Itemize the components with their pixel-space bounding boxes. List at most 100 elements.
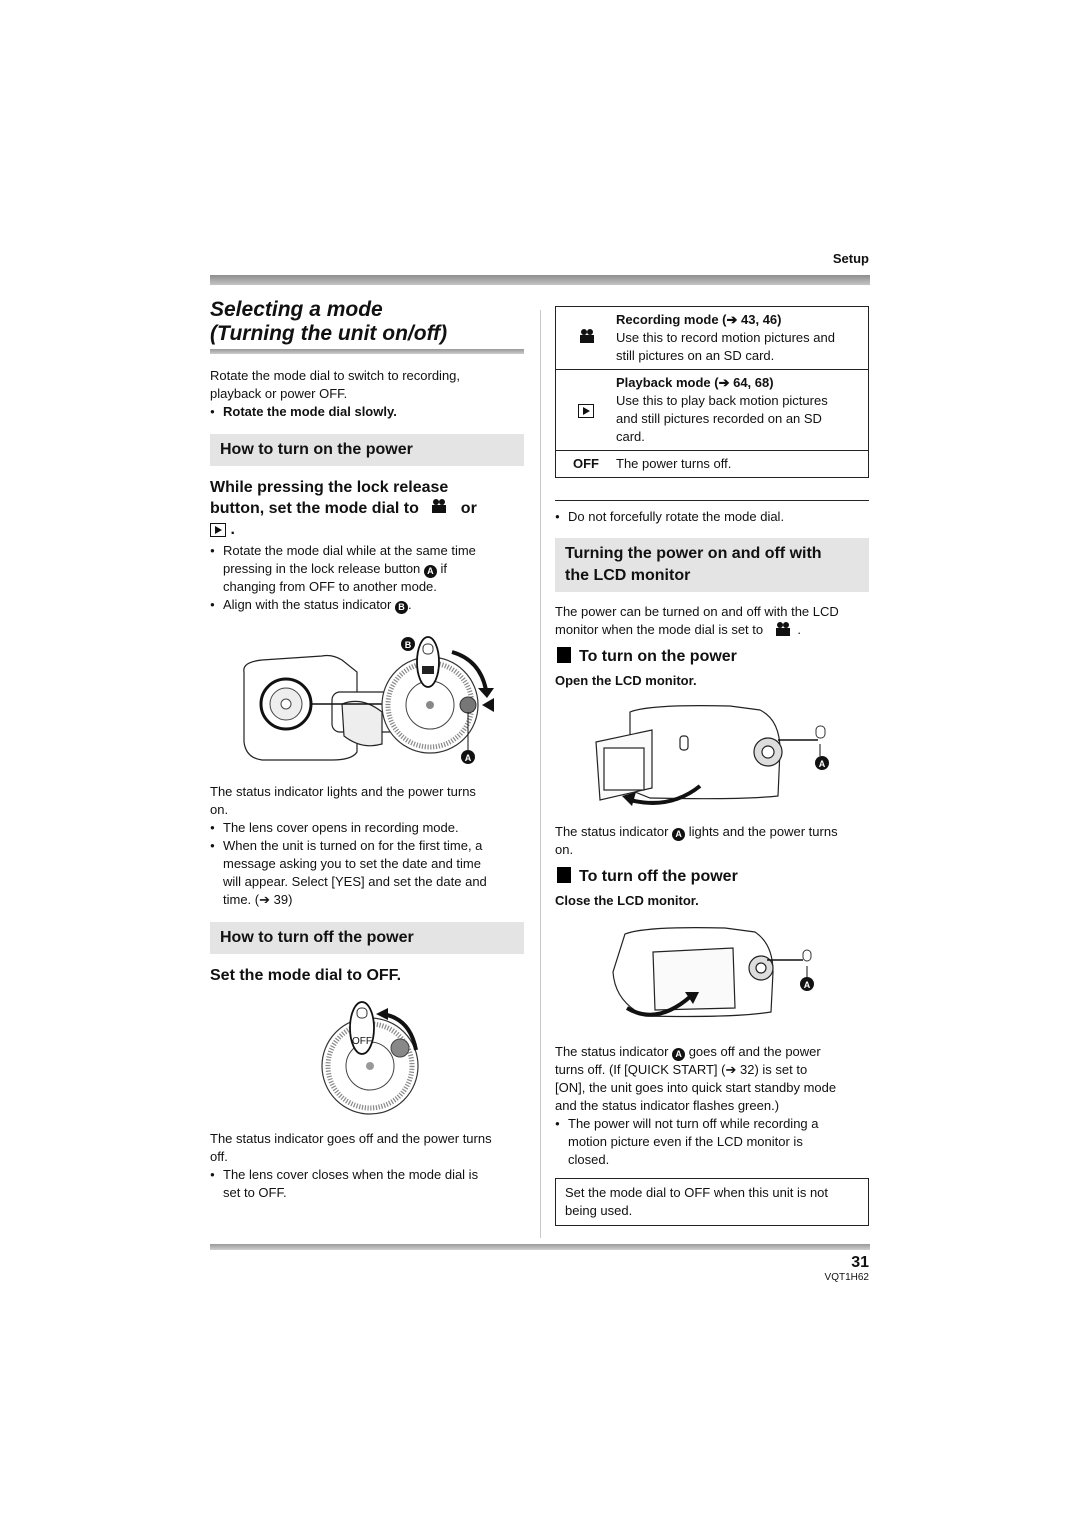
lcd-heading: Turning the power on and off with the LC… bbox=[555, 538, 869, 592]
intro-text: Rotate the mode dial to switch to record… bbox=[210, 367, 530, 421]
turn-on-step: While pressing the lock release button, … bbox=[210, 477, 530, 540]
callout-b-icon: B bbox=[395, 601, 408, 614]
off-dial-label: OFF bbox=[352, 1036, 372, 1047]
play-icon bbox=[210, 522, 226, 537]
recording-mode-icon-cell bbox=[556, 307, 617, 370]
bullet-line: time. (➔ 39) bbox=[223, 892, 293, 907]
playback-mode-icon-cell bbox=[555, 369, 616, 451]
square-bullet-icon bbox=[557, 867, 571, 883]
camera-icon bbox=[431, 499, 447, 513]
header-rule bbox=[210, 275, 870, 285]
off-mode-label: OFF bbox=[555, 450, 616, 478]
playback-mode-title: Playback mode (➔ 64, 68) bbox=[616, 375, 774, 390]
result-line: on. bbox=[210, 802, 229, 817]
result-line: turns off. (If [QUICK START] (➔ 32) is s… bbox=[555, 1062, 808, 1077]
row-line: Use this to record motion pictures and bbox=[616, 330, 835, 345]
lcd-off-heading: To turn off the power bbox=[557, 867, 738, 886]
title-line-2: (Turning the unit on/off) bbox=[210, 322, 448, 345]
bullet-end: . bbox=[408, 597, 412, 612]
result-line: and the status indicator flashes green.) bbox=[555, 1098, 780, 1113]
page-number: 31 bbox=[851, 1254, 869, 1271]
bullet-line: if bbox=[440, 561, 448, 576]
heading-text: To turn off the power bbox=[579, 868, 738, 885]
lcd-on-step: Open the LCD monitor. bbox=[555, 673, 697, 688]
note-line: being used. bbox=[565, 1203, 633, 1218]
status-indicator-off-icon bbox=[802, 949, 812, 962]
intro-line: monitor when the mode dial is set to bbox=[555, 622, 764, 637]
bullet-item: The lens cover closes when the mode dial… bbox=[210, 1166, 530, 1202]
lcd-close-illustration: A bbox=[612, 927, 814, 1018]
bullet-item: Rotate the mode dial while at the same t… bbox=[210, 542, 530, 596]
result-line: The status indicator lights and the powe… bbox=[210, 784, 476, 799]
step-line: While pressing the lock release bbox=[210, 479, 449, 496]
press-arrow bbox=[482, 698, 494, 712]
row-line: card. bbox=[616, 429, 645, 444]
bullet-line: motion picture even if the LCD monitor i… bbox=[568, 1134, 803, 1149]
lcd-off-result: The status indicator A goes off and the … bbox=[555, 1043, 875, 1169]
result-line: goes off and the power bbox=[688, 1044, 821, 1059]
table-row: OFF The power turns off. bbox=[555, 450, 869, 478]
bullet-line: set to OFF. bbox=[223, 1185, 287, 1200]
result-line: The status indicator bbox=[555, 1044, 669, 1059]
callout-a-label: A bbox=[465, 753, 472, 763]
intro-line: The power can be turned on and off with … bbox=[555, 604, 839, 619]
row-line: still pictures on an SD card. bbox=[616, 348, 775, 363]
bullet-line: changing from OFF to another mode. bbox=[223, 579, 437, 594]
bullet-line: closed. bbox=[568, 1152, 610, 1167]
bullet-item: The lens cover opens in recording mode. bbox=[210, 819, 530, 837]
result-line: lights and the power turns bbox=[688, 824, 838, 839]
result-line: The status indicator bbox=[555, 824, 669, 839]
bullet-line: pressing in the lock release button bbox=[223, 561, 421, 576]
step-line: button, set the mode dial to bbox=[210, 500, 419, 517]
play-icon bbox=[578, 403, 594, 418]
result-line: [ON], the unit goes into quick start sta… bbox=[555, 1080, 837, 1095]
recording-mode-desc: Recording mode (➔ 43, 46) Use this to re… bbox=[616, 307, 869, 370]
title-line-1: Selecting a mode bbox=[210, 298, 383, 321]
note-line: Set the mode dial to OFF when this unit … bbox=[565, 1185, 829, 1200]
recording-mode-title: Recording mode (➔ 43, 46) bbox=[616, 312, 782, 327]
bullet-line: will appear. Select [YES] and set the da… bbox=[223, 874, 487, 889]
turn-off-step: Set the mode dial to OFF. bbox=[210, 967, 402, 984]
note-rule bbox=[555, 500, 869, 501]
lcd-on-heading: To turn on the power bbox=[557, 647, 737, 666]
turn-off-heading: How to turn off the power bbox=[210, 922, 524, 954]
bullet-item: Align with the status indicator B. bbox=[210, 596, 530, 614]
footer-rule bbox=[210, 1244, 870, 1250]
lcd-on-result: The status indicator A lights and the po… bbox=[555, 823, 875, 859]
result-line: on. bbox=[555, 842, 574, 857]
playback-mode-desc: Playback mode (➔ 64, 68) Use this to pla… bbox=[616, 369, 869, 451]
turn-on-bullets: Rotate the mode dial while at the same t… bbox=[210, 542, 530, 614]
heading-line: the LCD monitor bbox=[565, 567, 691, 584]
bullet-line: message asking you to set the date and t… bbox=[223, 856, 481, 871]
bullet-line: Align with the status indicator bbox=[223, 597, 392, 612]
step-or: or bbox=[460, 500, 477, 517]
off-dial-illustration: OFF bbox=[321, 1001, 419, 1115]
camera-icon bbox=[579, 328, 594, 343]
heading-text: To turn on the power bbox=[579, 648, 737, 665]
lcd-open-illustration: A bbox=[595, 705, 829, 806]
row-line: and still pictures recorded on an SD bbox=[616, 411, 822, 426]
bullet-item: The power will not turn off while record… bbox=[555, 1115, 875, 1169]
mode-table: Recording mode (➔ 43, 46) Use this to re… bbox=[555, 306, 869, 478]
callout-a-icon: A bbox=[423, 565, 437, 578]
column-divider bbox=[540, 310, 541, 1238]
table-row: Recording mode (➔ 43, 46) Use this to re… bbox=[556, 307, 869, 370]
turn-on-heading: How to turn on the power bbox=[210, 434, 524, 466]
intro-line: playback or power OFF. bbox=[210, 386, 348, 401]
callout-a-icon: A bbox=[672, 828, 686, 841]
off-mode-desc: The power turns off. bbox=[616, 450, 869, 478]
table-row: Playback mode (➔ 64, 68) Use this to pla… bbox=[555, 369, 869, 451]
document-code: VQT1H62 bbox=[824, 1272, 869, 1283]
title-underline bbox=[210, 349, 524, 354]
turn-on-result: The status indicator lights and the powe… bbox=[210, 783, 530, 909]
section-label: Setup bbox=[832, 251, 869, 266]
page-title: Selecting a mode (Turning the unit on/of… bbox=[210, 298, 447, 346]
heading-line: Turning the power on and off with bbox=[565, 545, 822, 562]
mode-dial-drawing bbox=[381, 636, 479, 754]
intro-end: . bbox=[797, 622, 801, 637]
turn-off-result: The status indicator goes off and the po… bbox=[210, 1130, 530, 1202]
bullet-item: When the unit is turned on for the first… bbox=[210, 837, 530, 909]
camera-icon bbox=[775, 622, 790, 636]
intro-bullet: Rotate the mode dial slowly. bbox=[210, 403, 530, 421]
step-end: . bbox=[230, 521, 235, 538]
